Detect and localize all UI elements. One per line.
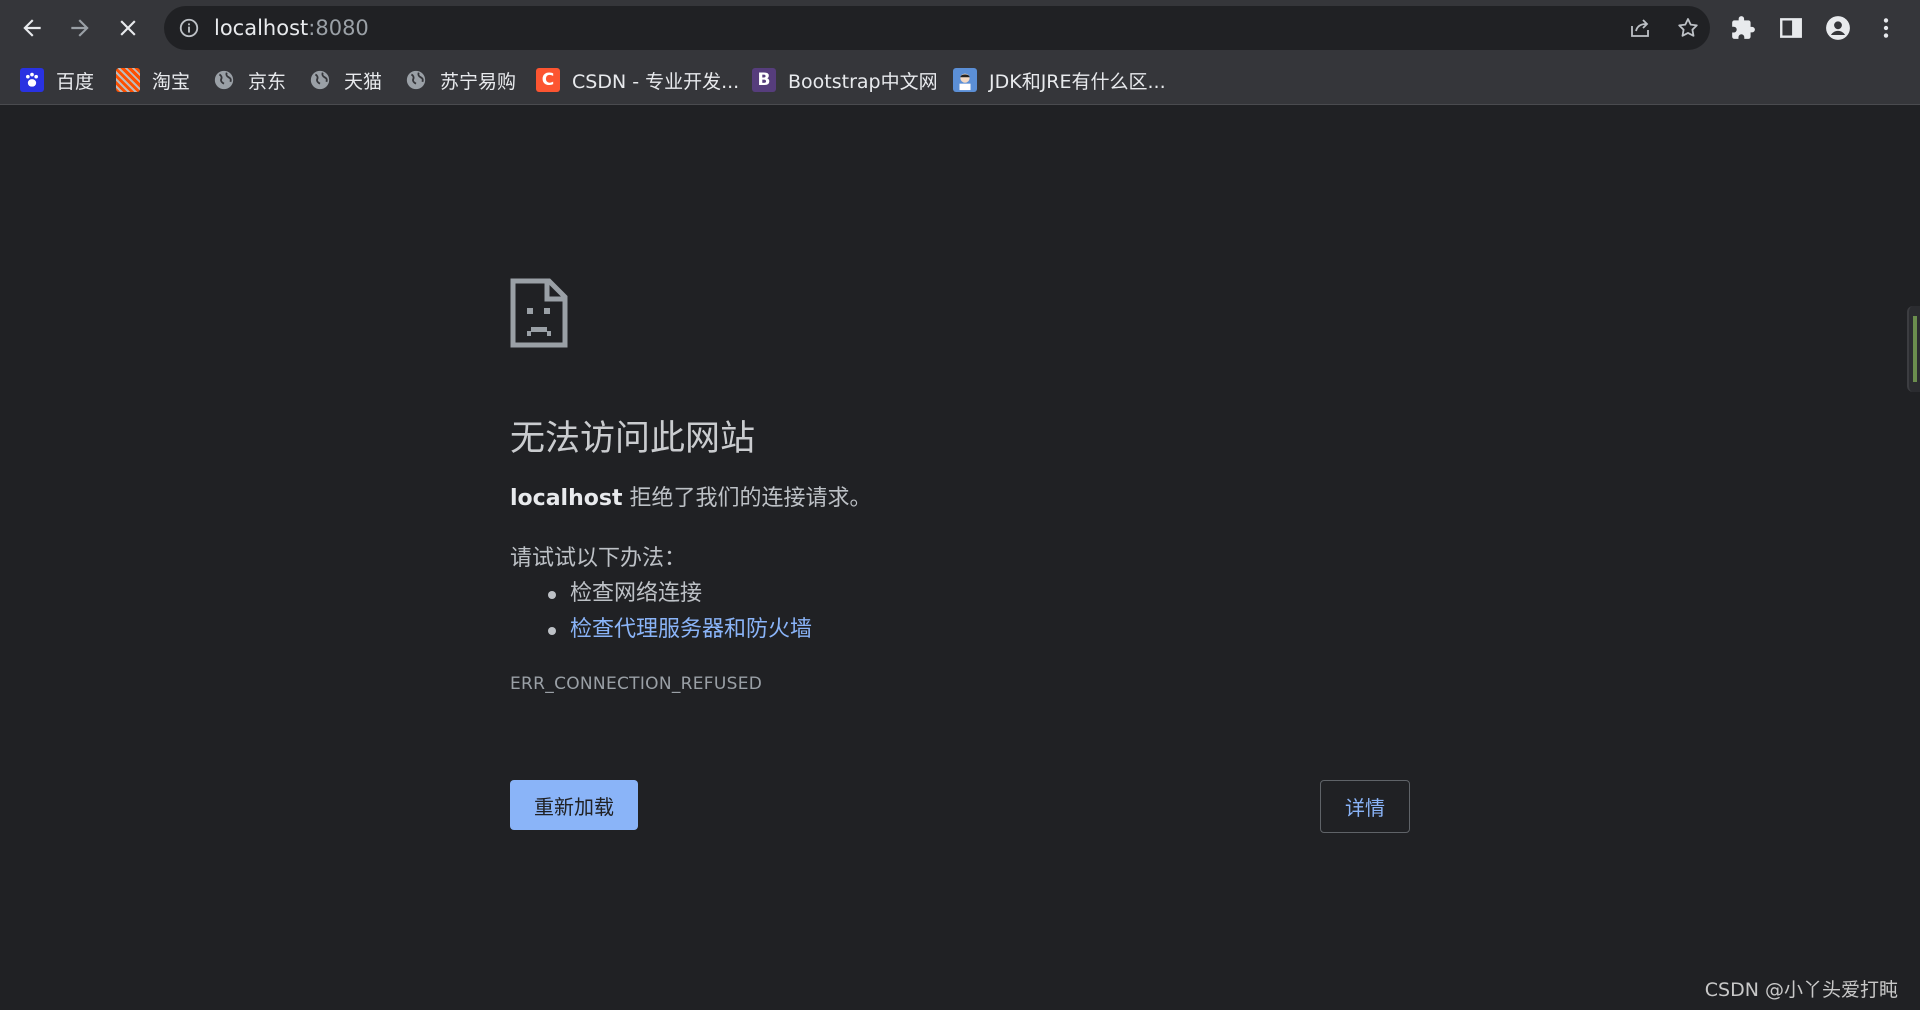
details-button[interactable]: 详情 [1320,780,1410,833]
info-icon[interactable] [178,17,200,39]
error-host: localhost [510,486,623,511]
url-port: :8080 [308,16,369,40]
star-icon [1678,18,1698,37]
bookmark-label: 淘宝 [152,70,191,93]
extensions-button[interactable] [1727,12,1759,44]
bookmark-label: 天猫 [344,70,383,93]
profile-button[interactable] [1822,12,1854,44]
baidu-paw-icon [20,68,44,92]
forward-arrow-icon [71,19,89,37]
url-host: localhost [214,16,309,40]
forward-button[interactable] [60,8,100,48]
bookmark-baidu[interactable]: 百度 [20,65,94,95]
globe-icon [212,68,236,92]
share-icon [1631,19,1649,37]
suggestion-check-network: 检查网络连接 [510,576,812,612]
loading-indicator [0,0,1190,3]
watermark: CSDN @小丫头爱打盹 [1704,979,1898,1001]
puzzle-icon [1732,16,1755,39]
error-code: ERR_CONNECTION_REFUSED [510,674,763,694]
back-button[interactable] [12,8,52,48]
bookmark-label: 京东 [248,70,287,93]
taobao-icon [116,68,140,92]
suggestions-heading: 请试试以下办法： [510,546,687,571]
bookmark-label: JDK和JRE有什么区... [989,70,1166,93]
more-vertical-icon [1883,18,1889,38]
bookmark-bootstrap[interactable]: B Bootstrap中文网 [752,65,938,95]
bootstrap-icon: B [752,68,776,92]
bookmark-jd[interactable]: 京东 [212,65,286,95]
share-button[interactable] [1626,14,1654,42]
suggestions-list: 检查网络连接 检查代理服务器和防火墙 [510,576,812,648]
suggestion-check-proxy-firewall-link[interactable]: 检查代理服务器和防火墙 [510,612,812,648]
bookmark-suning[interactable]: 苏宁易购 [404,65,516,95]
side-scroll-handle[interactable] [1907,306,1920,392]
profile-icon [1826,16,1850,40]
avatar-icon [953,68,977,92]
error-description: localhost 拒绝了我们的连接请求。 [510,480,871,512]
handle-indicator [1913,316,1917,382]
back-arrow-icon [23,19,41,37]
bookmark-label: CSDN - 专业开发... [572,70,740,93]
reload-button[interactable]: 重新加载 [510,780,638,830]
url-text[interactable]: localhost:8080 [214,6,369,50]
bookmark-star-button[interactable] [1674,14,1702,42]
bookmark-jdk-jre[interactable]: JDK和JRE有什么区... [953,65,1166,95]
browser-toolbar: localhost:8080 [0,0,1920,55]
error-message: 拒绝了我们的连接请求。 [622,486,872,511]
bookmark-tmall[interactable]: 天猫 [308,65,382,95]
sad-page-icon [510,278,568,348]
csdn-icon: C [536,68,560,92]
error-title: 无法访问此网站 [510,419,756,459]
bookmark-taobao[interactable]: 淘宝 [116,65,190,95]
globe-icon [404,68,428,92]
bookmark-label: Bootstrap中文网 [788,70,938,93]
bookmark-csdn[interactable]: C CSDN - 专业开发... [536,65,739,95]
menu-button[interactable] [1870,12,1902,44]
side-panel-button[interactable] [1775,12,1807,44]
address-bar[interactable]: localhost:8080 [164,6,1710,50]
globe-icon [308,68,332,92]
bookmark-label: 百度 [56,70,95,93]
bookmarks-bar: 百度 淘宝 京东 天猫 苏宁易购 C CSDN - 专业开发... B Boot… [0,55,1920,105]
close-icon [120,20,136,36]
side-panel-icon [1780,18,1802,38]
stop-loading-button[interactable] [108,8,148,48]
bookmark-label: 苏宁易购 [440,70,517,93]
